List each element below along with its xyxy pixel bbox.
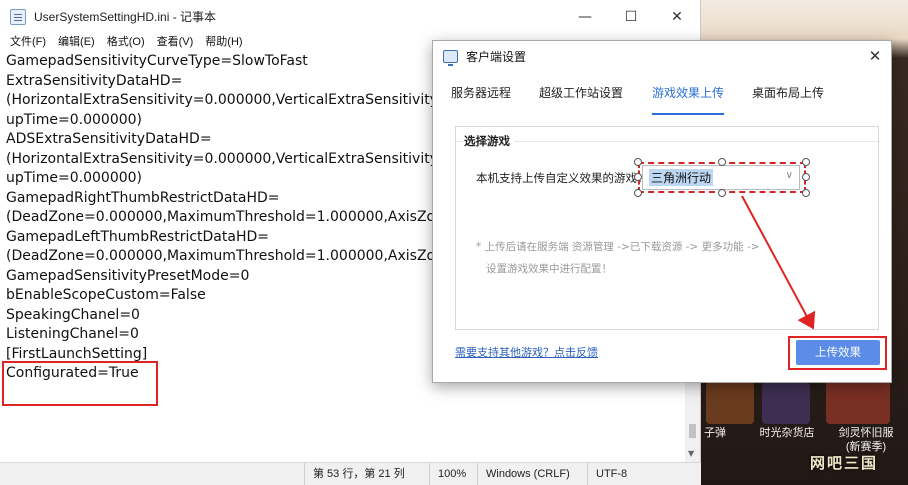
scroll-down-icon[interactable]: ▼ <box>688 449 694 458</box>
annotation-highlight-box <box>2 361 158 406</box>
watermark-logo: 网吧三国 <box>809 454 878 472</box>
dialog-titlebar[interactable]: 客户端设置 ✕ <box>433 41 891 71</box>
scrollbar-thumb[interactable] <box>689 424 696 438</box>
client-settings-dialog: 客户端设置 ✕ 服务器远程 超级工作站设置 游戏效果上传 桌面布局上传 选择游戏… <box>432 40 892 383</box>
window-title: UserSystemSettingHD.ini - 记事本 <box>34 10 217 24</box>
group-title: 选择游戏 <box>464 133 514 149</box>
tab-workstation-settings[interactable]: 超级工作站设置 <box>539 77 623 121</box>
tab-panel: 选择游戏 本机支持上传自定义效果的游戏： 三角洲行动 ∨ * 上传后请在服务端 … <box>455 126 880 330</box>
annotation-highlight-box <box>788 336 887 370</box>
status-line-ending: Windows (CRLF) <box>477 463 587 485</box>
status-bar: 第 53 行，第 21 列 100% Windows (CRLF) UTF-8 <box>0 462 701 485</box>
monitor-icon <box>443 49 458 66</box>
menu-view[interactable]: 查看(V) <box>151 33 200 52</box>
notepad-icon <box>10 8 26 25</box>
notepad-titlebar[interactable]: UserSystemSettingHD.ini - 记事本 — ☐ ✕ <box>0 0 700 33</box>
game-label[interactable]: 时光杂货店 <box>752 424 822 440</box>
game-tile[interactable] <box>706 382 754 424</box>
status-zoom: 100% <box>429 463 477 485</box>
menu-edit[interactable]: 编辑(E) <box>52 33 101 52</box>
note-line: 设置游戏效果中进行配置！ <box>486 263 612 275</box>
status-position: 第 53 行，第 21 列 <box>304 463 429 485</box>
status-encoding: UTF-8 <box>587 463 687 485</box>
tab-desktop-layout-upload[interactable]: 桌面布局上传 <box>752 77 824 121</box>
tab-bar: 服务器远程 超级工作站设置 游戏效果上传 桌面布局上传 <box>433 77 891 121</box>
game-select-label: 本机支持上传自定义效果的游戏： <box>476 171 649 185</box>
note-line: * 上传后请在服务端 资源管理 ->已下载资源 -> 更多功能 -> <box>476 241 760 253</box>
feedback-link[interactable]: 需要支持其他游戏？点击反馈 <box>455 344 598 360</box>
selection-handle <box>718 189 726 197</box>
menu-format[interactable]: 格式(O) <box>101 33 151 52</box>
selection-handle <box>634 189 642 197</box>
selection-handle <box>802 189 810 197</box>
tab-game-effect-upload[interactable]: 游戏效果上传 <box>652 77 725 121</box>
game-label[interactable]: 子弹 <box>700 424 730 440</box>
close-icon[interactable]: ✕ <box>859 47 891 65</box>
selection-handle <box>634 173 642 181</box>
game-tile[interactable] <box>762 382 810 424</box>
tab-server-remote[interactable]: 服务器远程 <box>451 77 511 121</box>
game-tile[interactable] <box>826 378 890 424</box>
dialog-title: 客户端设置 <box>466 49 527 64</box>
upload-note: * 上传后请在服务端 资源管理 ->已下载资源 -> 更多功能 -> 设置游戏效… <box>476 236 816 280</box>
minimize-icon[interactable]: — <box>562 0 608 33</box>
menu-file[interactable]: 文件(F) <box>4 33 52 52</box>
window-controls: — ☐ ✕ <box>562 0 700 33</box>
selection-handle <box>802 173 810 181</box>
selection-handle <box>634 158 642 166</box>
maximize-icon[interactable]: ☐ <box>608 0 654 33</box>
selection-handle <box>802 158 810 166</box>
menu-help[interactable]: 帮助(H) <box>199 33 248 52</box>
selection-handle <box>718 158 726 166</box>
close-icon[interactable]: ✕ <box>654 0 700 33</box>
